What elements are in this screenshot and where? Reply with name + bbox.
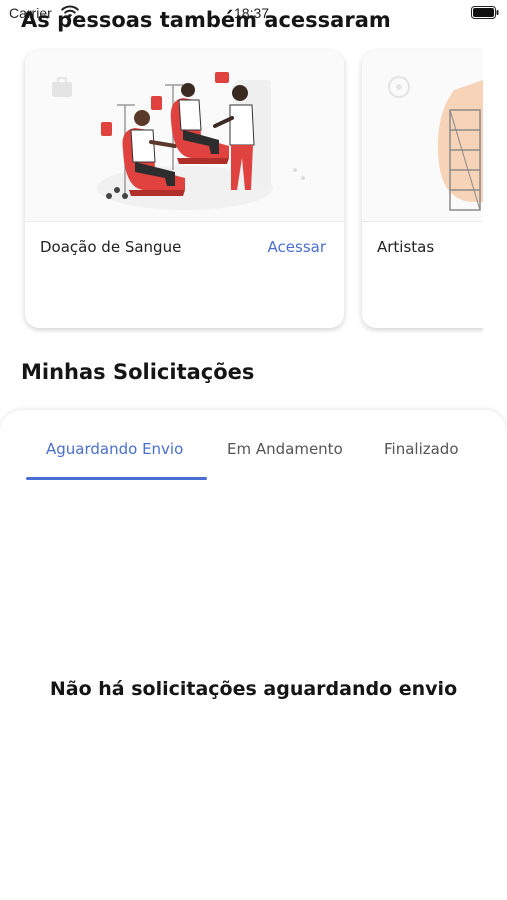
service-card-artists[interactable]: Artistas (362, 50, 483, 328)
blood-donation-illustration (25, 50, 344, 222)
access-link[interactable]: Acessar (268, 238, 326, 256)
service-card-title: Doação de Sangue (40, 238, 182, 256)
service-card-title: Artistas (377, 238, 435, 256)
tab-in-progress[interactable]: Em Andamento (227, 440, 343, 458)
empty-state-message: Não há solicitações aguardando envio (49, 678, 458, 700)
artists-illustration (362, 50, 483, 222)
service-card-blood-donation[interactable]: Doação de Sangue Acessar (25, 50, 344, 328)
palette-icon (388, 76, 410, 98)
requests-tabs: Aguardando Envio Em Andamento Finalizado (0, 410, 507, 482)
active-tab-indicator (26, 477, 207, 480)
battery-icon (471, 6, 499, 19)
my-requests-title: Minhas Solicitações (21, 360, 255, 384)
tab-finished[interactable]: Finalizado (384, 440, 459, 458)
tab-awaiting-submission[interactable]: Aguardando Envio (46, 440, 183, 458)
briefcase-icon (52, 77, 72, 97)
people-also-accessed-title: As pessoas também acessaram (21, 8, 391, 32)
services-carousel[interactable]: Doação de Sangue Acessar Artistas (0, 48, 483, 333)
requests-panel: Aguardando Envio Em Andamento Finalizado… (0, 410, 507, 900)
